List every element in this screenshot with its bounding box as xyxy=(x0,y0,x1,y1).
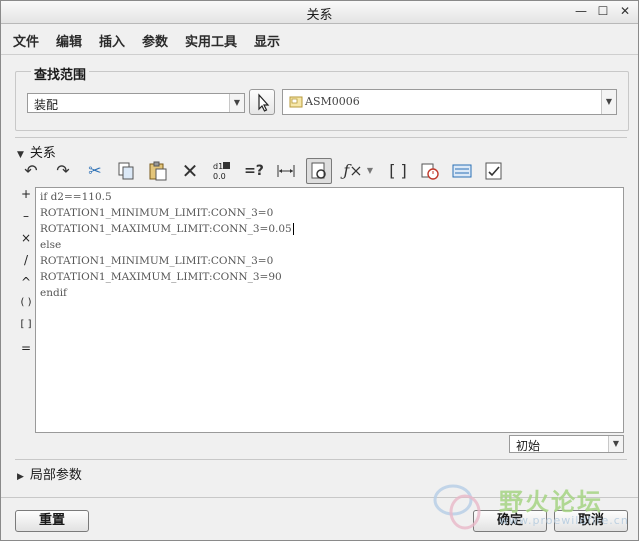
sort-relations-icon[interactable] xyxy=(418,159,442,183)
reset-button[interactable]: 重置 xyxy=(15,510,89,532)
menu-edit[interactable]: 编辑 xyxy=(56,31,82,50)
paste-icon[interactable] xyxy=(146,159,170,183)
copy-icon[interactable] xyxy=(114,159,138,183)
menu-bar: 文件 编辑 插入 参数 实用工具 显示 xyxy=(1,24,638,55)
relations-editor[interactable]: if d2==110.5 ROTATION1_MINIMUM_LIMIT:CON… xyxy=(35,187,624,433)
function-icon[interactable]: ƒ× xyxy=(341,159,365,183)
menu-utilities[interactable]: 实用工具 xyxy=(185,31,237,50)
evaluate-icon[interactable]: =? xyxy=(242,159,266,183)
operator-power[interactable]: ^ xyxy=(17,275,35,289)
relation-line-text: ROTATION1_MAXIMUM_LIMIT:CONN_3=0.05 xyxy=(40,223,292,235)
ok-button[interactable]: 确定 xyxy=(473,510,547,532)
cursor-arrow-icon xyxy=(258,93,270,112)
maximize-icon[interactable]: ☐ xyxy=(596,4,610,18)
undo-icon[interactable]: ↶ xyxy=(19,159,43,183)
operator-parentheses[interactable]: ( ) xyxy=(17,297,35,308)
operator-minus[interactable]: – xyxy=(17,209,35,223)
display-values-icon[interactable] xyxy=(306,158,332,184)
operator-divide[interactable]: / xyxy=(17,253,35,267)
sort-order-select[interactable]: 初始 ▼ xyxy=(509,435,624,453)
divider xyxy=(1,497,638,498)
assembly-icon xyxy=(289,96,303,108)
select-model-button[interactable] xyxy=(249,89,275,115)
measure-icon[interactable] xyxy=(274,159,298,183)
svg-text:d1: d1 xyxy=(213,162,223,171)
operator-multiply[interactable]: × xyxy=(17,231,35,245)
relation-line: ROTATION1_MAXIMUM_LIMIT:CONN_3=90 xyxy=(40,271,282,283)
relation-line: ROTATION1_MINIMUM_LIMIT:CONN_3=0 xyxy=(40,255,274,267)
verify-icon[interactable] xyxy=(450,159,474,183)
menu-display[interactable]: 显示 xyxy=(254,31,280,50)
close-icon[interactable]: ✕ xyxy=(618,4,632,18)
chevron-down-icon[interactable]: ▼ xyxy=(363,159,377,183)
checklist-icon[interactable] xyxy=(482,159,506,183)
scope-target-select[interactable]: ASM0006 ▼ xyxy=(282,89,617,115)
svg-text:0.0: 0.0 xyxy=(213,172,226,181)
redo-icon[interactable]: ↷ xyxy=(51,159,75,183)
operator-plus[interactable]: + xyxy=(17,187,35,201)
delete-icon[interactable]: ✕ xyxy=(178,159,202,183)
relation-line: ROTATION1_MINIMUM_LIMIT:CONN_3=0 xyxy=(40,207,274,219)
relation-line: ROTATION1_MAXIMUM_LIMIT:CONN_3=0.05 xyxy=(40,223,294,235)
divider xyxy=(15,459,627,460)
minimize-icon[interactable]: — xyxy=(574,4,588,18)
text-caret xyxy=(292,223,294,235)
title-bar: 关系 — ☐ ✕ xyxy=(1,1,638,24)
relation-line: if d2==110.5 xyxy=(40,191,112,203)
scope-target-value: ASM0006 xyxy=(305,95,360,108)
chevron-down-icon: ▼ xyxy=(608,436,623,452)
relation-line: else xyxy=(40,239,62,251)
brackets-icon[interactable]: [ ] xyxy=(386,159,410,183)
cut-icon[interactable]: ✂ xyxy=(83,159,107,183)
local-params-toggle[interactable]: ▶ 局部参数 xyxy=(17,464,82,483)
relations-dialog: 关系 — ☐ ✕ 文件 编辑 插入 参数 实用工具 显示 查找范围 装配 ▼ A… xyxy=(0,0,639,541)
chevron-down-icon: ▼ xyxy=(601,90,616,114)
sort-order-value: 初始 xyxy=(516,439,541,453)
chevron-down-icon: ▼ xyxy=(229,94,244,112)
cancel-button[interactable]: 取消 xyxy=(554,510,628,532)
divider xyxy=(15,137,627,138)
triangle-right-icon: ▶ xyxy=(17,472,24,482)
menu-parameters[interactable]: 参数 xyxy=(142,31,168,50)
menu-insert[interactable]: 插入 xyxy=(99,31,125,50)
window-title: 关系 xyxy=(306,8,333,23)
scope-type-select[interactable]: 装配 ▼ xyxy=(27,93,245,113)
operator-brackets[interactable]: [ ] xyxy=(17,319,35,330)
relation-line: endif xyxy=(40,287,67,299)
dimension-value-icon[interactable]: d1 0.0 xyxy=(210,159,234,183)
search-scope-title: 查找范围 xyxy=(31,64,90,83)
menu-file[interactable]: 文件 xyxy=(13,31,39,50)
operator-equals[interactable]: = xyxy=(17,341,35,355)
scope-type-value: 装配 xyxy=(34,98,59,112)
local-params-label: 局部参数 xyxy=(29,468,82,483)
